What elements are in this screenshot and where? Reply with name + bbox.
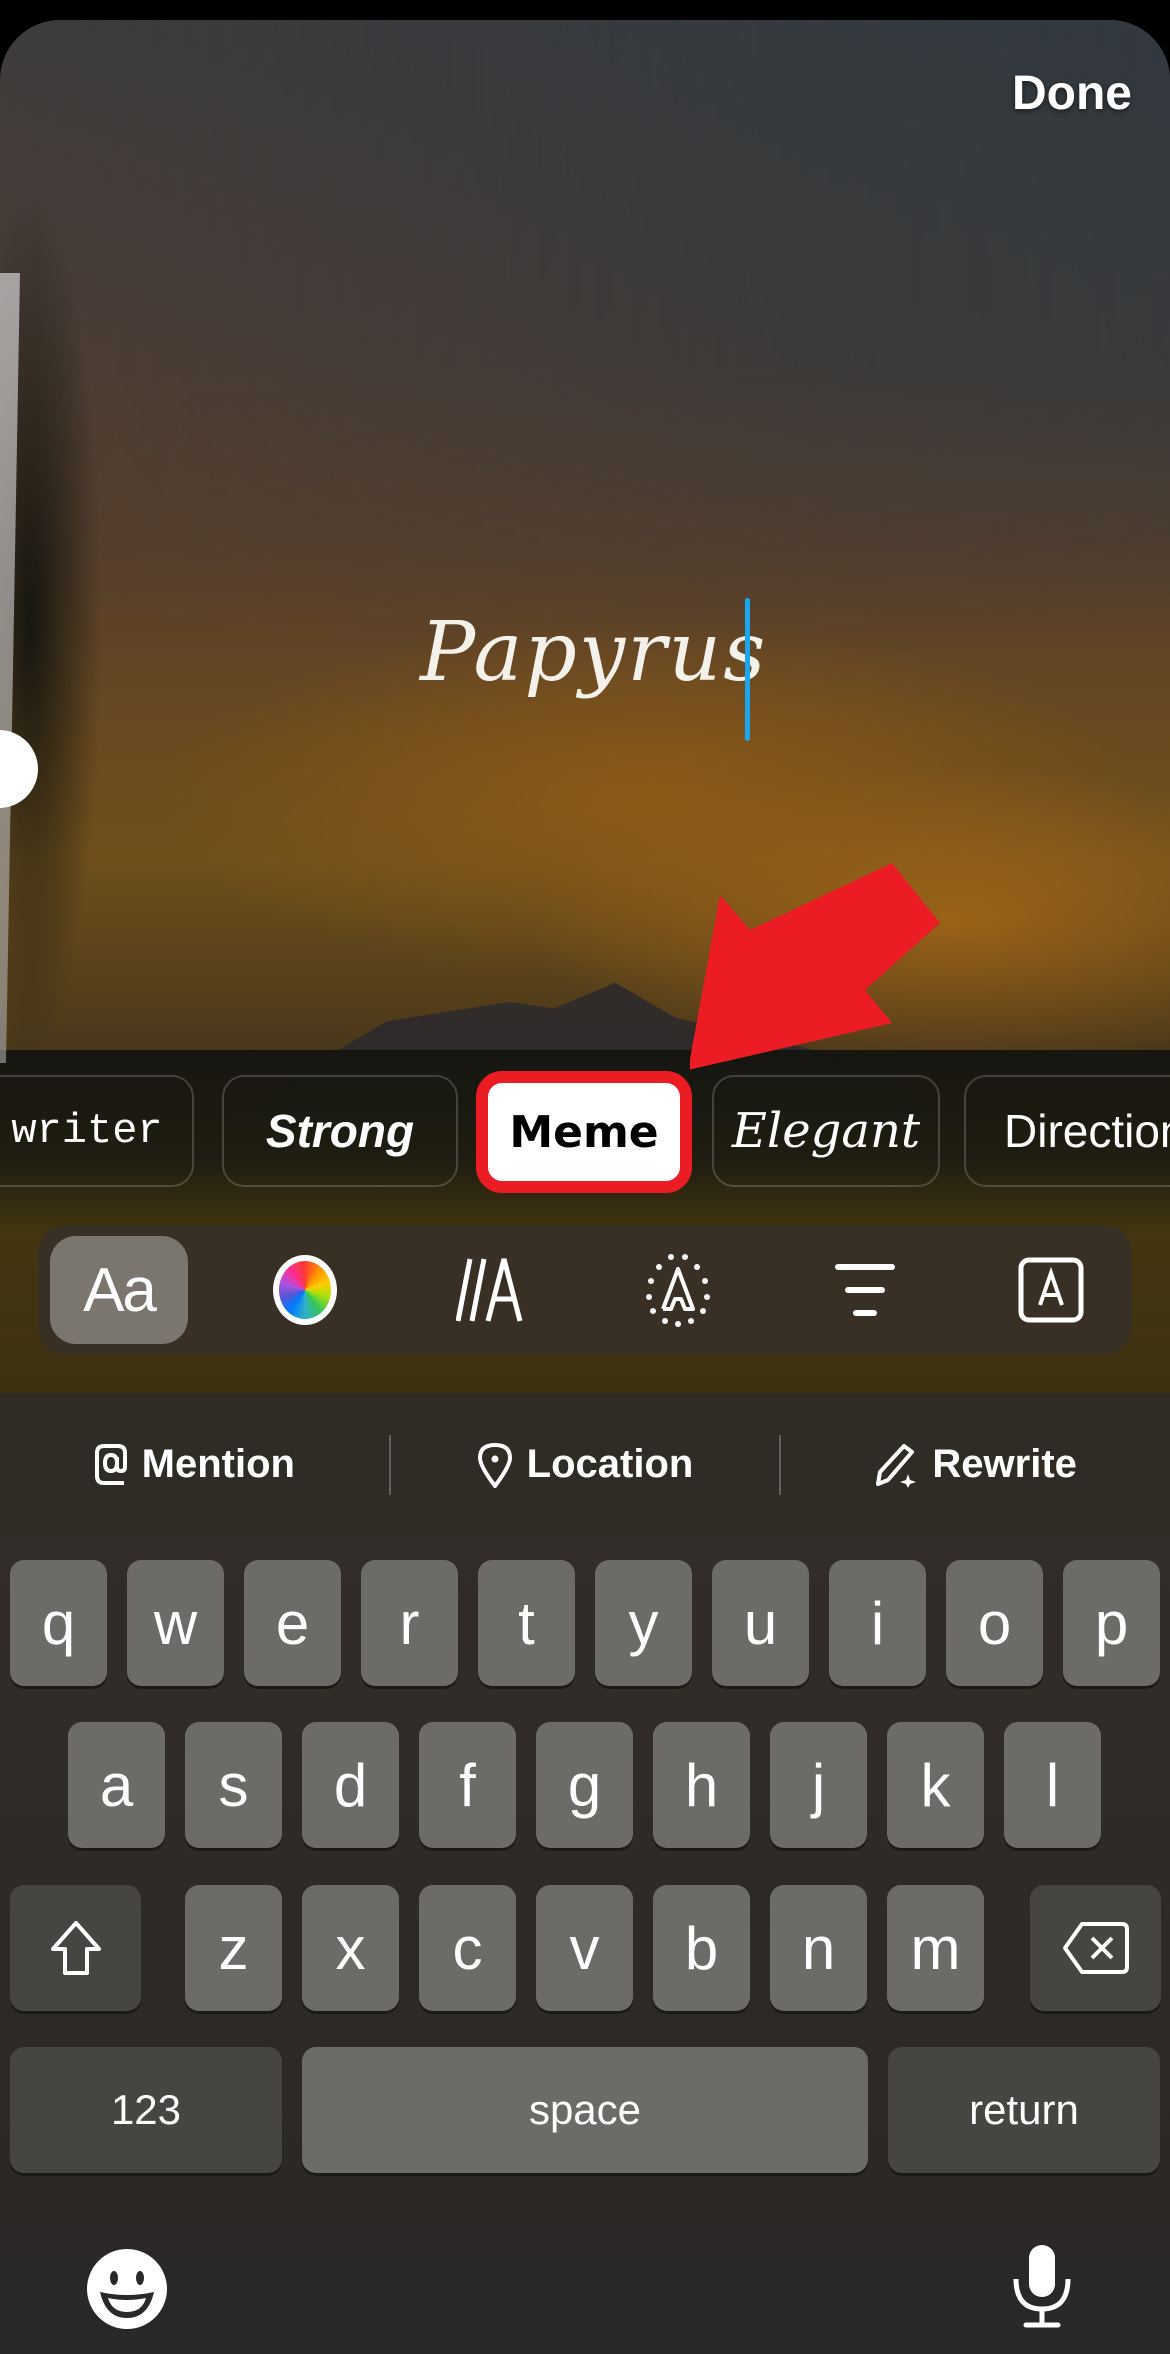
delete-key[interactable] (1030, 1885, 1161, 2011)
key-x[interactable]: x (302, 1885, 399, 2011)
font-style-selector: writer Strong Meme Elegant Direction (0, 1071, 1170, 1193)
mention-label: Mention (141, 1442, 295, 1486)
backspace-icon (1062, 1922, 1129, 1974)
key-j[interactable]: j (770, 1722, 867, 1848)
font-style-typewriter[interactable]: writer (0, 1075, 194, 1187)
font-style-direction[interactable]: Direction (964, 1075, 1170, 1187)
key-t[interactable]: t (478, 1560, 575, 1686)
animation-button[interactable] (423, 1236, 561, 1344)
key-e[interactable]: e (244, 1560, 341, 1686)
location-label: Location (526, 1442, 694, 1486)
shift-arrow-icon (50, 1921, 101, 1975)
background-box-button[interactable] (982, 1236, 1120, 1344)
emoji-icon[interactable] (86, 2248, 168, 2330)
color-button[interactable] (236, 1236, 374, 1344)
key-u[interactable]: u (712, 1560, 809, 1686)
font-icon: Aa (83, 1255, 157, 1325)
key-o[interactable]: o (946, 1560, 1043, 1686)
text-caret (745, 598, 750, 741)
keyboard: q w e r t y u i o p a s d f g h j k l z … (0, 1536, 1170, 2354)
key-f[interactable]: f (419, 1722, 516, 1848)
key-d[interactable]: d (302, 1722, 399, 1848)
key-i[interactable]: i (829, 1560, 926, 1686)
tree-silhouette (0, 60, 200, 1160)
key-s[interactable]: s (185, 1722, 282, 1848)
effects-icon (646, 1254, 711, 1327)
key-a[interactable]: a (68, 1722, 165, 1848)
at-sign-icon (94, 1443, 127, 1485)
key-k[interactable]: k (887, 1722, 984, 1848)
key-z[interactable]: z (185, 1885, 282, 2011)
font-style-elegant[interactable]: Elegant (712, 1075, 940, 1187)
text-effects-button[interactable] (609, 1236, 747, 1344)
font-style-meme-selected[interactable]: Meme (476, 1071, 692, 1193)
key-m[interactable]: m (887, 1885, 984, 2011)
font-style-strong[interactable]: Strong (222, 1075, 458, 1187)
key-c[interactable]: c (419, 1885, 516, 2011)
align-center-icon (834, 1264, 895, 1316)
key-p[interactable]: p (1063, 1560, 1160, 1686)
ai-pencil-icon (876, 1443, 917, 1488)
background-box-icon (1018, 1257, 1084, 1323)
location-button[interactable]: Location (391, 1393, 780, 1536)
key-h[interactable]: h (653, 1722, 750, 1848)
mention-button[interactable]: Mention (0, 1393, 389, 1536)
key-g[interactable]: g (536, 1722, 633, 1848)
font-button[interactable]: Aa (50, 1236, 188, 1344)
story-canvas[interactable] (0, 20, 1170, 1420)
done-button[interactable]: Done (1012, 66, 1132, 121)
key-n[interactable]: n (770, 1885, 867, 2011)
numbers-key[interactable]: 123 (10, 2047, 282, 2173)
key-y[interactable]: y (595, 1560, 692, 1686)
key-v[interactable]: v (536, 1885, 633, 2011)
microphone-icon[interactable] (1012, 2243, 1072, 2329)
text-input[interactable]: Papyrus (420, 605, 767, 700)
text-style-toolbar: Aa (38, 1225, 1132, 1355)
alignment-button[interactable] (796, 1236, 934, 1344)
return-key[interactable]: return (888, 2047, 1160, 2173)
space-key[interactable]: space (302, 2047, 868, 2173)
animation-icon (455, 1258, 523, 1322)
key-r[interactable]: r (361, 1560, 458, 1686)
shift-key[interactable] (10, 1885, 141, 2011)
location-pin-icon (477, 1442, 512, 1488)
text-actions-bar: Mention Location Rewrite (0, 1393, 1170, 1536)
key-w[interactable]: w (127, 1560, 224, 1686)
red-arrow-annotation (690, 863, 940, 1070)
rewrite-button[interactable]: Rewrite (781, 1393, 1170, 1536)
key-q[interactable]: q (10, 1560, 107, 1686)
key-b[interactable]: b (653, 1885, 750, 2011)
arrow-shape (690, 863, 940, 1070)
key-l[interactable]: l (1004, 1722, 1101, 1848)
color-wheel-icon (273, 1255, 338, 1325)
rewrite-label: Rewrite (932, 1442, 1077, 1486)
